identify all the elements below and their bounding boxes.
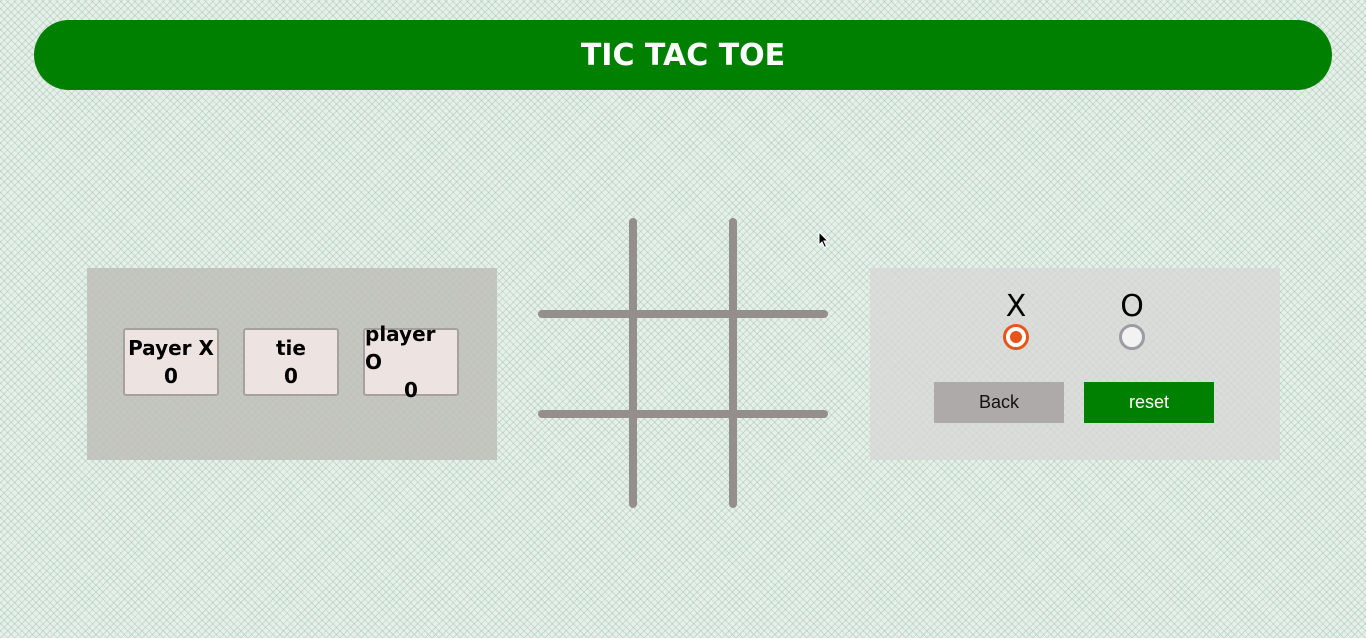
board-cell-4[interactable] — [538, 318, 634, 414]
score-box-player-o: player O 0 — [363, 322, 459, 402]
board-cell-1[interactable] — [538, 218, 634, 314]
board-cell-9[interactable] — [737, 418, 833, 514]
score-box-player-x: Payer X 0 — [123, 328, 219, 396]
grid-line-horizontal-2 — [538, 410, 828, 418]
player-o-label: player O — [365, 322, 436, 374]
board-cell-8[interactable] — [637, 418, 733, 514]
player-o-score: 0 — [404, 378, 418, 402]
player-x-label: Payer X — [128, 336, 214, 360]
tie-label: tie — [276, 336, 306, 360]
choice-x-label: X — [1005, 289, 1027, 324]
grid-line-horizontal-1 — [538, 310, 828, 318]
board-cell-5[interactable] — [637, 318, 733, 414]
controls-panel: X O Back reset — [870, 268, 1280, 460]
choice-x[interactable]: X — [986, 290, 1046, 360]
radio-dot — [1010, 331, 1022, 343]
choice-o-label: O — [1120, 289, 1144, 324]
mouse-cursor-icon — [818, 231, 830, 249]
choice-o-radio[interactable] — [1119, 324, 1145, 350]
score-box-tie: tie 0 — [243, 328, 339, 396]
reset-button[interactable]: reset — [1084, 382, 1214, 423]
tie-score: 0 — [284, 364, 298, 388]
back-button[interactable]: Back — [934, 382, 1064, 423]
board-cell-2[interactable] — [637, 218, 733, 314]
choice-x-radio[interactable] — [1003, 324, 1029, 350]
board-cell-6[interactable] — [737, 318, 833, 414]
scoreboard-panel: Payer X 0 tie 0 player O 0 — [87, 268, 497, 460]
grid-line-vertical-1 — [629, 218, 637, 508]
grid-line-vertical-2 — [729, 218, 737, 508]
page-title: TIC TAC TOE — [580, 37, 786, 73]
title-banner: TIC TAC TOE — [34, 20, 1332, 90]
player-x-score: 0 — [164, 364, 178, 388]
game-board — [538, 218, 828, 508]
board-cell-7[interactable] — [538, 418, 634, 514]
choice-o[interactable]: O — [1102, 290, 1162, 360]
